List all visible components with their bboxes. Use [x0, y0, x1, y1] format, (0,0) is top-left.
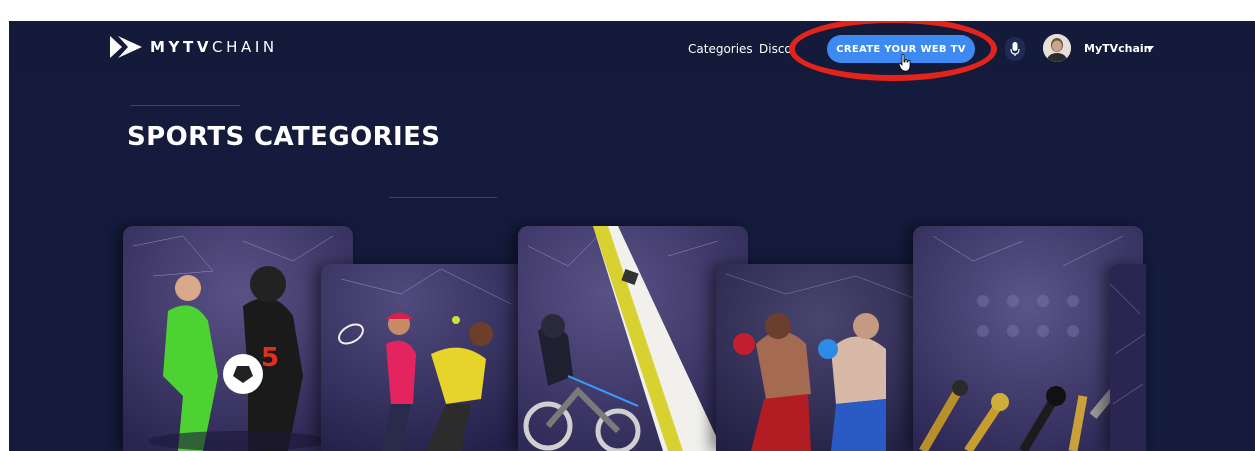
decorative-line: [389, 197, 497, 198]
page-title: SPORTS CATEGORIES: [127, 122, 441, 152]
svg-text:5: 5: [261, 343, 279, 373]
hand-cursor-icon: [898, 54, 911, 72]
chevron-down-icon[interactable]: [1146, 46, 1154, 51]
logo-arrow-icon: [110, 36, 142, 58]
decorative-line: [130, 105, 240, 106]
tennis-category-card[interactable]: [321, 264, 526, 451]
top-navigation-bar: MYTVCHAIN Categories Disco CREATE YOUR W…: [9, 21, 1255, 81]
partial-category-card[interactable]: [1110, 264, 1146, 451]
brand-name: MYTVCHAIN: [150, 38, 278, 56]
football-category-card[interactable]: 5: [123, 226, 353, 451]
motorsport-category-card[interactable]: [518, 226, 748, 451]
page-background: MYTVCHAIN Categories Disco CREATE YOUR W…: [9, 21, 1255, 451]
media-category-card[interactable]: [913, 226, 1143, 451]
user-menu-name[interactable]: MyTVchain: [1084, 42, 1152, 55]
nav-categories-link[interactable]: Categories: [688, 42, 753, 56]
microphone-icon[interactable]: [1005, 37, 1025, 61]
nav-discover-link[interactable]: Disco: [759, 42, 792, 56]
user-avatar[interactable]: [1043, 34, 1071, 62]
combat-sports-category-card[interactable]: [716, 264, 921, 451]
brand-logo[interactable]: MYTVCHAIN: [110, 36, 278, 58]
